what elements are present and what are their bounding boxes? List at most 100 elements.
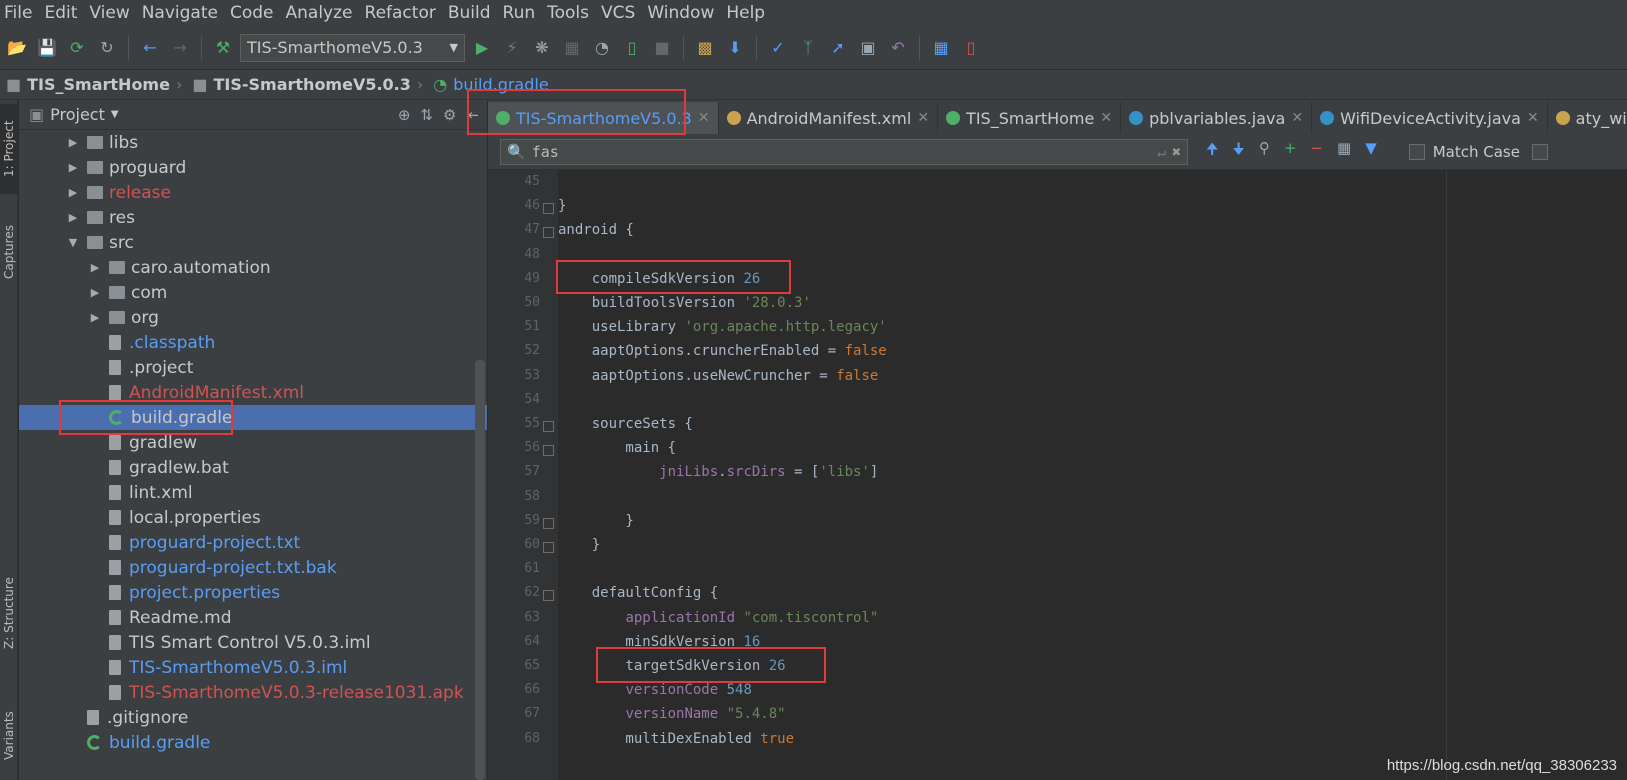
sync-icon[interactable]: ⟳ xyxy=(64,35,90,61)
expand-arrow-icon[interactable]: ▶ xyxy=(87,261,103,274)
tree-item[interactable]: build.gradle xyxy=(19,730,487,755)
match-case-checkbox[interactable]: Match Case xyxy=(1408,143,1520,161)
vcs-branch-icon[interactable]: ᛉ xyxy=(795,35,821,61)
sdk-manager-icon[interactable]: ▩ xyxy=(692,35,718,61)
editor-tab[interactable]: aty_wifi_de xyxy=(1548,102,1627,134)
breadcrumb-item[interactable]: ■ TIS_SmartHome › xyxy=(6,75,192,94)
save-icon[interactable]: 💾 xyxy=(34,35,60,61)
tree-item[interactable]: .project xyxy=(19,355,487,380)
tree-item[interactable]: Readme.md xyxy=(19,605,487,630)
tree-item[interactable]: ▶ libs xyxy=(19,130,487,155)
tool-tab-structure[interactable]: Z: Structure xyxy=(0,566,18,661)
fold-marker-icon[interactable] xyxy=(543,445,554,457)
add-selection-icon[interactable]: + xyxy=(1284,139,1297,164)
menu-item-navigate[interactable]: Navigate xyxy=(138,3,226,23)
clear-search-icon[interactable]: ✖ xyxy=(1172,143,1187,161)
editor-tab[interactable]: WifiDeviceActivity.java ✕ xyxy=(1312,102,1548,134)
select-all-occurrences-icon[interactable]: ▦ xyxy=(1337,139,1351,164)
tree-item[interactable]: ▶ proguard xyxy=(19,155,487,180)
tree-item[interactable]: proguard-project.txt.bak xyxy=(19,555,487,580)
tree-item[interactable]: .gitignore xyxy=(19,705,487,730)
attach-debugger-icon[interactable]: ▯ xyxy=(619,35,645,61)
menu-item-window[interactable]: Window xyxy=(643,3,722,23)
tree-item[interactable]: TIS-SmarthomeV5.0.3-release1031.apk xyxy=(19,680,487,705)
filter-icon[interactable]: ▼ xyxy=(1365,139,1377,164)
tree-item[interactable]: project.properties xyxy=(19,580,487,605)
next-occurrence-icon[interactable]: 🠋 xyxy=(1232,139,1244,164)
tree-item[interactable]: ▶ caro.automation xyxy=(19,255,487,280)
tree-item[interactable]: ▶ org xyxy=(19,305,487,330)
vcs-history-icon[interactable]: ▣ xyxy=(855,35,881,61)
tree-item[interactable]: ▶ release xyxy=(19,180,487,205)
expand-arrow-icon[interactable]: ▶ xyxy=(65,211,81,224)
close-icon[interactable]: ✕ xyxy=(1291,110,1303,126)
close-icon[interactable]: ✕ xyxy=(698,110,710,126)
menu-item-run[interactable]: Run xyxy=(499,3,544,23)
project-view-select[interactable]: Project xyxy=(50,105,105,124)
apply-changes-icon[interactable]: ⚡ xyxy=(499,35,525,61)
collapse-all-icon[interactable]: ⇅ xyxy=(420,106,433,124)
menu-item-build[interactable]: Build xyxy=(444,3,499,23)
tree-scrollbar[interactable] xyxy=(475,360,485,780)
words-checkbox[interactable] xyxy=(1531,143,1548,160)
tree-item[interactable]: TIS Smart Control V5.0.3.iml xyxy=(19,630,487,655)
close-icon[interactable]: ✕ xyxy=(917,110,929,126)
vcs-push-icon[interactable]: ➚ xyxy=(825,35,851,61)
expand-arrow-icon[interactable]: ▶ xyxy=(65,136,81,149)
tree-item[interactable]: TIS-SmarthomeV5.0.3.iml xyxy=(19,655,487,680)
breadcrumb-item[interactable]: ■ TIS-SmarthomeV5.0.3 › xyxy=(192,75,433,94)
fold-marker-icon[interactable] xyxy=(543,590,554,602)
menu-item-refactor[interactable]: Refactor xyxy=(361,3,444,23)
tree-item[interactable]: lint.xml xyxy=(19,480,487,505)
fold-marker-icon[interactable] xyxy=(543,517,554,529)
avd-manager-icon[interactable]: ▯ xyxy=(958,35,984,61)
expand-arrow-icon[interactable]: ▶ xyxy=(65,186,81,199)
previous-occurrence-icon[interactable]: 🠉 xyxy=(1206,139,1218,164)
tool-tab-build-variants[interactable]: Variants xyxy=(0,696,18,776)
tree-item[interactable]: ▶ res xyxy=(19,205,487,230)
editor-tab[interactable]: AndroidManifest.xml ✕ xyxy=(719,102,939,134)
tree-item[interactable]: proguard-project.txt xyxy=(19,530,487,555)
gear-icon[interactable]: ⚙ xyxy=(443,106,456,124)
locate-icon[interactable]: ⊕ xyxy=(398,106,411,124)
menu-item-vcs[interactable]: VCS xyxy=(597,3,643,23)
open-folder-icon[interactable]: 📂 xyxy=(4,35,30,61)
stop-icon[interactable]: ■ xyxy=(649,35,675,61)
menu-item-tools[interactable]: Tools xyxy=(543,3,597,23)
find-all-icon[interactable]: ⚲ xyxy=(1259,139,1270,164)
expand-arrow-icon[interactable]: ▶ xyxy=(87,311,103,324)
menu-item-analyze[interactable]: Analyze xyxy=(282,3,361,23)
editor-tab[interactable]: pblvariables.java ✕ xyxy=(1121,102,1313,134)
forward-icon[interactable]: → xyxy=(167,35,193,61)
expand-arrow-icon[interactable]: ▶ xyxy=(65,161,81,174)
tool-tab-captures[interactable]: Captures xyxy=(0,212,18,292)
menu-item-view[interactable]: View xyxy=(85,3,137,23)
fold-marker-icon[interactable] xyxy=(543,542,554,553)
menu-item-help[interactable]: Help xyxy=(722,3,773,23)
remove-selection-icon[interactable]: − xyxy=(1310,139,1323,164)
fold-marker-icon[interactable] xyxy=(543,227,554,239)
fold-marker-icon[interactable] xyxy=(543,203,554,215)
editor-tab[interactable]: TIS_SmartHome ✕ xyxy=(938,102,1122,134)
tool-tab-project[interactable]: 1: Project xyxy=(0,104,18,194)
vcs-update-icon[interactable]: ✓ xyxy=(765,35,791,61)
search-input[interactable]: 🔍 fas ↵ ✖ xyxy=(500,138,1188,165)
project-structure-icon[interactable]: ▦ xyxy=(928,35,954,61)
debug-icon[interactable]: ❋ xyxy=(529,35,555,61)
back-icon[interactable]: ← xyxy=(137,35,163,61)
fold-marker-icon[interactable] xyxy=(543,421,554,432)
build-hammer-icon[interactable]: ⚒ xyxy=(210,35,236,61)
tree-item[interactable]: ▼ src xyxy=(19,230,487,255)
menu-item-file[interactable]: File xyxy=(0,3,40,23)
chevron-down-icon[interactable]: ▼ xyxy=(111,109,119,120)
menu-item-edit[interactable]: Edit xyxy=(40,3,85,23)
expand-arrow-icon[interactable]: ▼ xyxy=(65,236,81,249)
run-icon[interactable]: ▶ xyxy=(469,35,495,61)
tree-item[interactable]: local.properties xyxy=(19,505,487,530)
tree-item[interactable]: gradlew.bat xyxy=(19,455,487,480)
profile-icon[interactable]: ▦ xyxy=(559,35,585,61)
run-config-select[interactable]: TIS-SmarthomeV5.0.3 ▼ xyxy=(240,33,465,62)
close-icon[interactable]: ✕ xyxy=(1100,110,1112,126)
profiler-gauge-icon[interactable]: ◔ xyxy=(589,35,615,61)
download-icon[interactable]: ⬇ xyxy=(722,35,748,61)
